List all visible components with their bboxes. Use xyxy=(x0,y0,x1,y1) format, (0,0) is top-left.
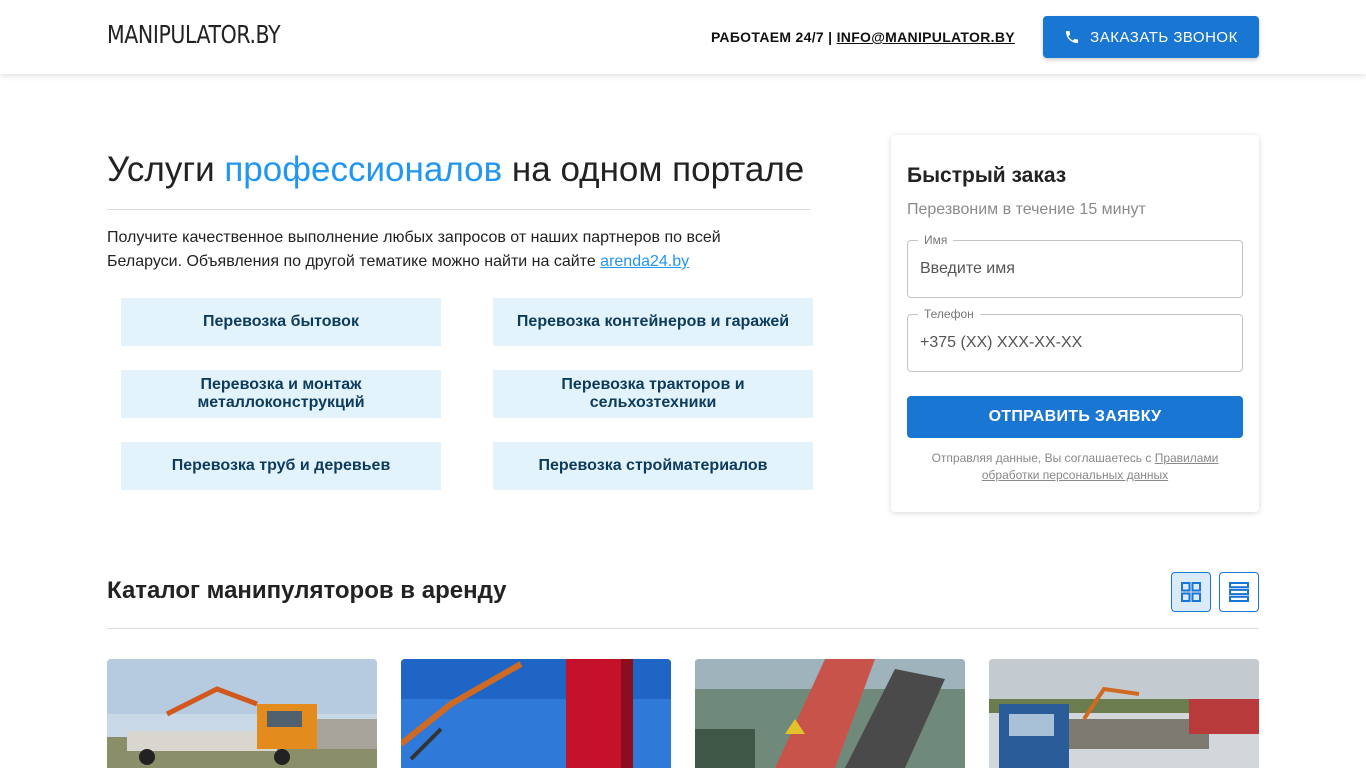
hero-title: Услуги профессионалов на одном портале xyxy=(107,150,804,190)
site-header: MANIPULATOR.BY РАБОТАЕМ 24/7 | INFO@MANI… xyxy=(0,0,1366,74)
crane-truck-photo xyxy=(107,659,377,768)
service-button[interactable]: Перевозка и монтаж металлоконструкций xyxy=(121,370,441,418)
site-logo[interactable]: MANIPULATOR.BY xyxy=(107,20,281,49)
catalog-item-image[interactable] xyxy=(695,659,965,768)
consent-text: Отправляя данные, Вы соглашаетесь с xyxy=(931,451,1155,465)
service-button[interactable]: Перевозка бытовок xyxy=(121,298,441,346)
quick-order-card: Быстрый заказ Перезвоним в течение 15 ми… xyxy=(891,135,1259,512)
blue-truck-photo xyxy=(989,659,1259,768)
consent-note: Отправляя данные, Вы соглашаетесь с Прав… xyxy=(907,450,1243,484)
catalog-item-image[interactable] xyxy=(989,659,1259,768)
name-field: Имя xyxy=(907,233,1243,298)
phone-field: Телефон xyxy=(907,307,1243,372)
service-button[interactable]: Перевозка труб и деревьев xyxy=(121,442,441,490)
list-view-icon xyxy=(1229,582,1249,602)
header-contact: РАБОТАЕМ 24/7 | INFO@MANIPULATOR.BY xyxy=(711,29,1015,45)
work-hours-text: РАБОТАЕМ 24/7 | xyxy=(711,29,837,45)
quick-order-subtitle: Перезвоним в течение 15 минут xyxy=(907,201,1146,218)
service-button[interactable]: Перевозка тракторов и сельхозтехники xyxy=(493,370,813,418)
hero-description: Получите качественное выполнение любых з… xyxy=(107,226,787,274)
service-button[interactable]: Перевозка контейнеров и гаражей xyxy=(493,298,813,346)
crane-closeup-photo xyxy=(695,659,965,768)
service-button[interactable]: Перевозка стройматериалов xyxy=(493,442,813,490)
hero-title-part: Услуги xyxy=(107,150,225,189)
catalog-title: Каталог манипуляторов в аренду xyxy=(107,577,507,604)
grid-view-icon xyxy=(1181,582,1201,602)
order-call-button[interactable]: ЗАКАЗАТЬ ЗВОНОК xyxy=(1043,16,1259,58)
hero-divider xyxy=(107,209,811,210)
grid-view-button[interactable] xyxy=(1171,572,1211,612)
crane-arm-photo xyxy=(401,659,671,768)
phone-input[interactable] xyxy=(920,315,1230,371)
quick-order-title: Быстрый заказ xyxy=(907,164,1067,187)
order-call-label: ЗАКАЗАТЬ ЗВОНОК xyxy=(1090,28,1238,46)
hero-title-accent: профессионалов xyxy=(224,150,503,189)
phone-icon xyxy=(1066,31,1079,43)
catalog-item-image[interactable] xyxy=(107,659,377,768)
catalog-divider xyxy=(107,628,1259,629)
catalog-item-image[interactable] xyxy=(401,659,671,768)
hero-title-part: на одном портале xyxy=(502,150,805,189)
submit-request-button[interactable]: ОТПРАВИТЬ ЗАЯВКУ xyxy=(907,396,1243,438)
email-link[interactable]: INFO@MANIPULATOR.BY xyxy=(837,29,1015,45)
list-view-button[interactable] xyxy=(1219,572,1259,612)
name-input[interactable] xyxy=(920,241,1230,297)
arenda24-link[interactable]: arenda24.by xyxy=(600,253,689,270)
